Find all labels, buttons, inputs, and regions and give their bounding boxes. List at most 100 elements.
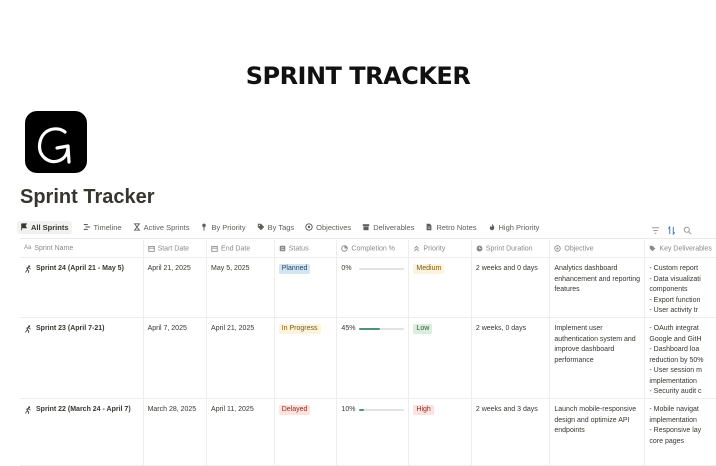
column-header-key-deliverables[interactable]: Key Deliverables	[644, 240, 716, 258]
sprint-name: Sprint 24 (April 21 - May 5)	[36, 265, 124, 272]
cell-objective[interactable]: Analytics dashboard enhancement and repo…	[549, 257, 646, 318]
completion-bar	[359, 268, 405, 271]
pin-icon	[202, 223, 207, 231]
cell-priority[interactable]: Medium	[408, 257, 472, 318]
column-header-start-date[interactable]: Start Date	[143, 240, 208, 258]
tab-all-sprints[interactable]: All Sprints	[17, 220, 72, 234]
priority-badge: Medium	[413, 264, 445, 274]
target-icon	[305, 223, 313, 231]
column-header-sprint-name[interactable]: Aa Sprint Name	[20, 240, 144, 258]
table-row[interactable]: Sprint 23 (April 7-21) April 7, 2025 Apr…	[20, 317, 716, 399]
column-header-priority[interactable]: Priority	[408, 240, 472, 258]
tab-label: By Tags	[267, 222, 295, 232]
tab-retro-notes[interactable]: Retro Notes	[425, 223, 477, 232]
tab-by-tags[interactable]: By Tags	[257, 222, 295, 232]
deliverable-line: - Data visualizati	[649, 275, 701, 283]
cell-sprint-duration[interactable]: 2 weeks and 0 days	[471, 257, 551, 318]
logo-g-icon	[37, 127, 71, 164]
cell-start-date[interactable]: April 7, 2025	[143, 317, 208, 399]
cell-status[interactable]: In Progress	[274, 317, 338, 399]
cell-status[interactable]: Planned	[274, 257, 338, 318]
cell-completion[interactable]: 45%	[336, 317, 410, 399]
completion-fill	[359, 409, 364, 412]
cell-key-deliverables[interactable]: - Custom report - Data visualizati compo…	[644, 257, 716, 318]
column-header-sprint-duration[interactable]: Sprint Duration	[471, 240, 551, 258]
table-row[interactable]: Sprint 22 (March 24 - April 7) March 28,…	[20, 398, 716, 466]
cell-sprint-name[interactable]: Sprint 24 (April 21 - May 5)	[20, 257, 144, 318]
sort-icon[interactable]	[667, 222, 676, 236]
hourglass-icon	[133, 223, 140, 231]
column-label: End Date	[221, 245, 251, 253]
priority-badge: Low	[413, 324, 433, 334]
tag-icon	[257, 223, 264, 231]
sprint-name: Sprint 23 (April 7-21)	[36, 325, 105, 332]
cell-priority[interactable]: High	[408, 398, 472, 466]
chevrons-up-icon	[414, 245, 420, 252]
cell-completion[interactable]: 0%	[336, 257, 410, 318]
column-header-objective[interactable]: Objective	[549, 240, 646, 258]
deliverable-line: core pages	[649, 437, 685, 445]
fire-icon	[489, 223, 494, 231]
tab-label: Deliverables	[373, 222, 415, 232]
cell-completion[interactable]: 10%	[336, 398, 410, 466]
tab-by-priority[interactable]: By Priority	[200, 222, 246, 232]
deliverable-line: components	[649, 286, 688, 293]
completion-bar	[359, 328, 405, 331]
search-icon[interactable]	[683, 222, 692, 235]
cell-end-date[interactable]: April 21, 2025	[206, 317, 275, 399]
column-label: Objective	[564, 245, 594, 253]
column-header-status[interactable]: Status	[274, 240, 338, 258]
filter-icon[interactable]	[651, 222, 660, 234]
page-title: Sprint Tracker	[20, 186, 155, 208]
cell-start-date[interactable]: April 21, 2025	[143, 257, 208, 318]
tab-high-priority[interactable]: High Priority	[488, 223, 539, 232]
column-label: Priority	[423, 245, 446, 253]
tab-objectives[interactable]: Objectives	[305, 223, 351, 232]
tab-timeline[interactable]: Timeline	[83, 223, 122, 232]
cell-end-date[interactable]: April 11, 2025	[206, 398, 275, 466]
column-header-completion[interactable]: Completion %	[336, 240, 410, 258]
cell-key-deliverables[interactable]: - OAuth integrat Google and GitH - Dashb…	[644, 317, 716, 399]
text-icon: Aa	[24, 245, 32, 252]
tab-deliverables[interactable]: Deliverables	[362, 223, 414, 232]
deliverable-line: implementation	[649, 416, 697, 424]
completion-fill	[359, 328, 380, 331]
cell-sprint-name[interactable]: Sprint 23 (April 7-21)	[20, 317, 144, 399]
tab-label: All Sprints	[31, 222, 69, 232]
clock-icon	[476, 245, 483, 252]
completion-value: 10%	[341, 406, 356, 413]
deliverable-line: - Export function	[649, 296, 701, 304]
cell-priority[interactable]: Low	[408, 317, 472, 399]
status-badge: Planned	[278, 264, 311, 274]
cell-status[interactable]: Delayed	[274, 398, 338, 466]
column-header-end-date[interactable]: End Date	[206, 240, 275, 258]
completion-value: 45%	[341, 325, 356, 332]
deliverable-line: - OAuth integrat	[649, 325, 699, 332]
view-tools	[651, 222, 692, 236]
cell-end-date[interactable]: May 5, 2025	[206, 257, 275, 318]
completion-bar	[359, 409, 405, 412]
deliverable-line: - Dashboard loa	[649, 346, 700, 353]
app-logo	[25, 111, 87, 173]
cell-key-deliverables[interactable]: - Mobile navigat implementation - Respon…	[644, 398, 716, 466]
cell-sprint-duration[interactable]: 2 weeks and 3 days	[471, 398, 551, 466]
tab-label: By Priority	[211, 222, 246, 232]
banner-title: SPRINT TRACKER	[245, 62, 471, 90]
priority-badge: High	[413, 405, 434, 415]
cell-objective[interactable]: Implement user authentication system and…	[549, 317, 646, 399]
table-row[interactable]: Sprint 24 (April 21 - May 5) April 21, 2…	[20, 257, 716, 318]
cell-start-date[interactable]: March 28, 2025	[143, 398, 208, 466]
status-badge: Delayed	[278, 405, 311, 415]
deliverable-line: - Custom report	[649, 265, 699, 272]
tab-active-sprints[interactable]: Active Sprints	[133, 223, 189, 232]
status-badge: In Progress	[278, 324, 321, 334]
calendar-icon	[147, 245, 155, 252]
flag-icon	[21, 223, 28, 231]
sprint-name: Sprint 22 (March 24 - April 7)	[36, 406, 131, 413]
cell-objective[interactable]: Launch mobile-responsive design and opti…	[549, 398, 646, 466]
cell-sprint-duration[interactable]: 2 weeks, 0 days	[471, 317, 551, 399]
deliverable-line: implementation	[649, 377, 697, 385]
cell-sprint-name[interactable]: Sprint 22 (March 24 - April 7)	[20, 398, 144, 466]
deliverable-line: - User activity tr	[649, 307, 699, 314]
document-icon	[427, 223, 432, 231]
